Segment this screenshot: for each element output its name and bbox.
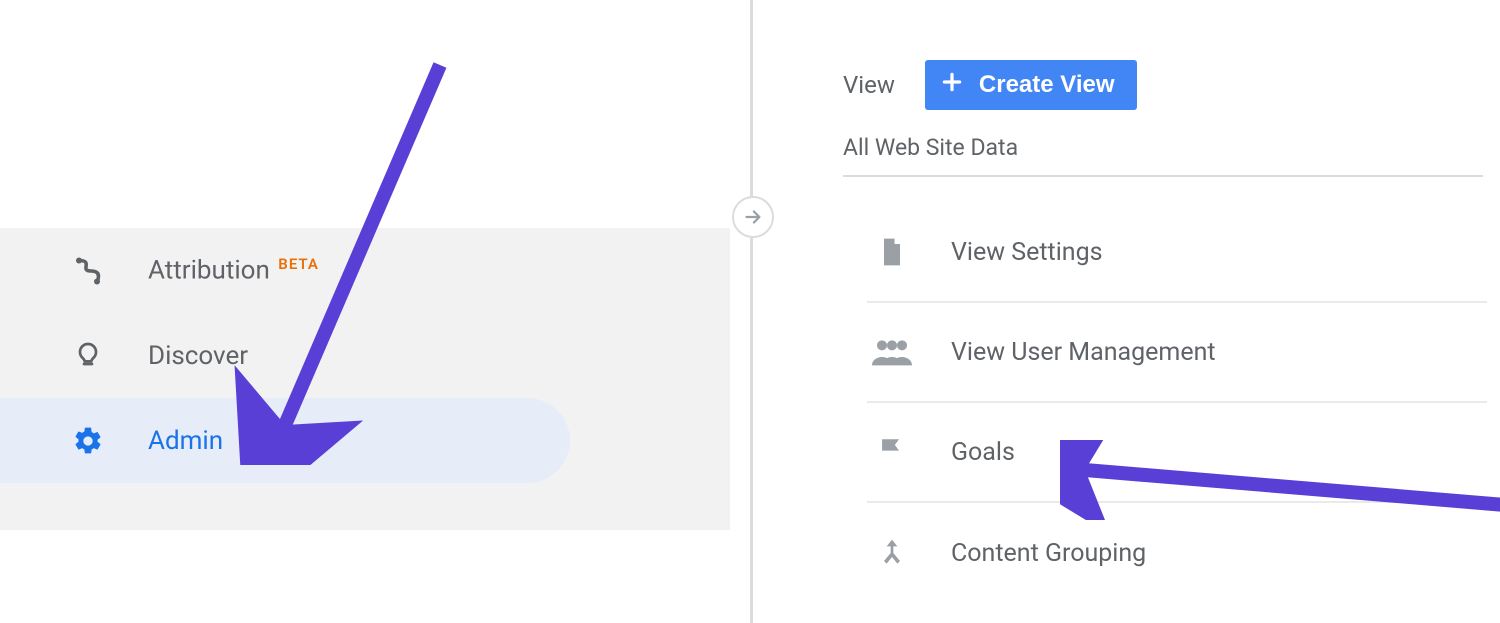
sidebar-item-admin[interactable]: Admin: [0, 398, 570, 483]
view-column: View Create View All Web Site Data View …: [750, 0, 1500, 623]
plus-icon: [939, 69, 965, 102]
gear-icon: [68, 425, 108, 457]
create-view-button[interactable]: Create View: [925, 60, 1137, 110]
create-view-label: Create View: [979, 71, 1115, 99]
lightbulb-icon: [68, 340, 108, 372]
list-item-label: Goals: [951, 438, 1015, 467]
sidebar-nav: Attribution BETA Discover Admin: [0, 228, 730, 530]
sidebar-item-attribution[interactable]: Attribution BETA: [0, 228, 730, 313]
attribution-icon: [68, 253, 108, 289]
view-heading: View: [843, 71, 895, 99]
list-item-label: Content Grouping: [951, 539, 1146, 568]
merge-icon: [867, 536, 917, 570]
beta-badge: BETA: [278, 255, 319, 273]
users-icon: [867, 337, 917, 367]
list-item-content-grouping[interactable]: Content Grouping: [867, 503, 1487, 603]
collapse-arrow-button[interactable]: [732, 196, 774, 238]
sidebar-item-label: Discover: [148, 341, 248, 371]
view-settings-list: View Settings View User Management Goals: [867, 203, 1487, 603]
divider: [843, 175, 1483, 177]
list-item-goals[interactable]: Goals: [867, 403, 1487, 503]
sidebar-item-label: Attribution: [148, 256, 270, 286]
list-item-label: View User Management: [951, 338, 1216, 367]
sidebar-item-label: Admin: [148, 426, 223, 456]
sidebar-item-discover[interactable]: Discover: [0, 313, 730, 398]
file-icon: [867, 234, 917, 270]
list-item-user-management[interactable]: View User Management: [867, 303, 1487, 403]
list-item-view-settings[interactable]: View Settings: [867, 203, 1487, 303]
view-header: View Create View: [753, 0, 1500, 110]
flag-icon: [867, 435, 917, 469]
list-item-label: View Settings: [951, 238, 1103, 267]
current-view-name: All Web Site Data: [753, 110, 1500, 175]
